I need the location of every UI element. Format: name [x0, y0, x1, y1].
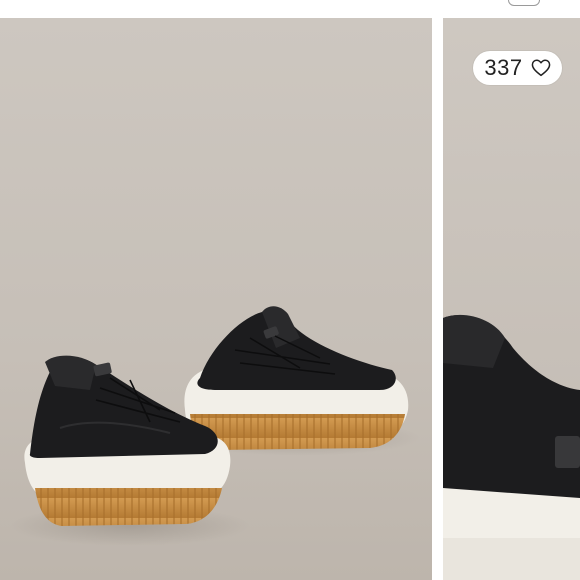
heart-outline-icon[interactable] — [531, 59, 551, 77]
product-photo-closeup[interactable] — [443, 18, 580, 580]
product-photo-main[interactable] — [0, 18, 432, 580]
slide-gap — [432, 18, 443, 580]
sneaker-closeup-image — [443, 18, 580, 580]
photo-carousel[interactable]: 337 — [0, 18, 580, 580]
sneaker-pair-image — [0, 18, 432, 580]
top-bar — [0, 0, 580, 18]
likes-badge[interactable]: 337 — [473, 51, 562, 85]
top-action-button[interactable] — [508, 0, 540, 6]
likes-count: 337 — [484, 55, 523, 80]
